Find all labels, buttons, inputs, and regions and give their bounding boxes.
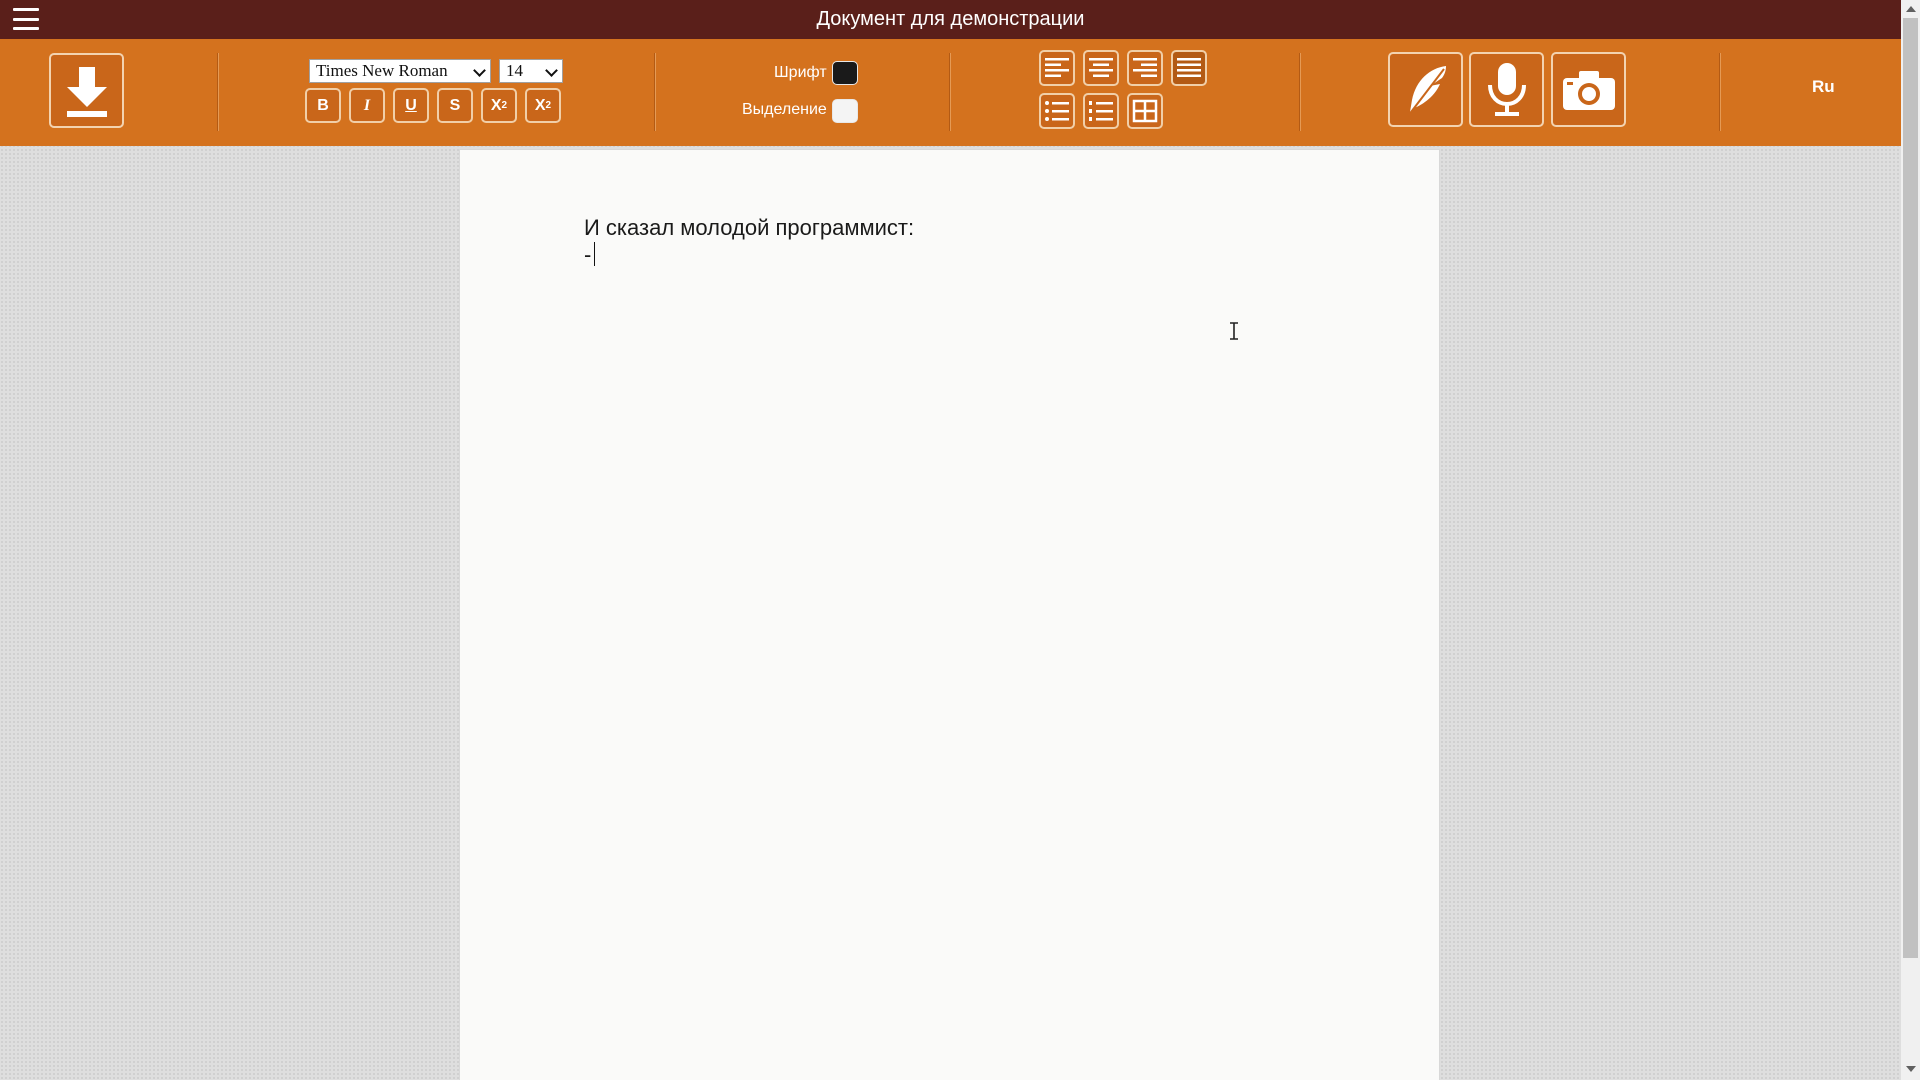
voice-input-button[interactable] xyxy=(1469,52,1544,127)
separator xyxy=(949,53,951,131)
underline-label: U xyxy=(405,96,417,114)
separator xyxy=(217,53,219,131)
superscript-button[interactable]: X2 xyxy=(525,88,561,123)
bold-button[interactable]: B xyxy=(305,88,341,123)
toolbar: Times New Roman 14 B I U S X2 X2 Шрифт В… xyxy=(0,39,1901,146)
bullet-list-button[interactable] xyxy=(1039,93,1075,129)
camera-button[interactable] xyxy=(1551,52,1626,127)
align-right-button[interactable] xyxy=(1127,50,1163,86)
document-line: - xyxy=(584,241,914,268)
scroll-down-icon[interactable] xyxy=(1906,1066,1916,1072)
strike-label: S xyxy=(449,96,461,114)
align-justify-button[interactable] xyxy=(1171,50,1207,86)
bold-label: B xyxy=(317,96,329,114)
italic-label: I xyxy=(363,96,371,114)
document-page[interactable]: И сказал молодой программист: - xyxy=(459,149,1440,1080)
text-caret xyxy=(594,242,596,266)
align-center-icon xyxy=(1089,58,1113,77)
strikethrough-button[interactable]: S xyxy=(437,88,473,123)
document-title: Документ для демонстрации xyxy=(816,8,1085,30)
feather-icon xyxy=(1406,65,1446,117)
download-icon xyxy=(66,66,107,117)
table-icon xyxy=(1132,99,1158,123)
highlight-label: Выделение xyxy=(742,101,827,118)
scrollbar[interactable] xyxy=(1901,0,1920,1080)
table-button[interactable] xyxy=(1127,93,1163,129)
font-family-select[interactable]: Times New Roman xyxy=(309,59,491,83)
subscript-index: 2 xyxy=(501,100,508,111)
highlight-color-swatch[interactable] xyxy=(832,99,858,123)
numbered-list-button[interactable] xyxy=(1083,93,1119,129)
camera-icon xyxy=(1562,70,1615,110)
align-right-icon xyxy=(1133,58,1157,77)
language-switch[interactable]: Ru xyxy=(1812,77,1835,97)
separator xyxy=(654,53,656,131)
download-button[interactable] xyxy=(49,53,124,128)
handwriting-button[interactable] xyxy=(1388,52,1463,127)
scroll-up-icon[interactable] xyxy=(1906,6,1916,12)
separator xyxy=(1719,53,1721,131)
document-body[interactable]: И сказал молодой программист: - xyxy=(584,214,914,268)
underline-button[interactable]: U xyxy=(393,88,429,123)
superscript-base: X xyxy=(534,96,546,114)
microphone-icon xyxy=(1487,62,1526,116)
font-size-value: 14 xyxy=(506,61,523,80)
title-bar: Документ для демонстрации xyxy=(0,0,1901,39)
text-cursor-icon xyxy=(1230,322,1238,340)
font-color-label: Шрифт xyxy=(774,64,827,81)
bullet-list-icon xyxy=(1045,101,1069,121)
separator xyxy=(1299,53,1301,131)
align-justify-icon xyxy=(1177,58,1201,77)
numbered-list-icon xyxy=(1089,101,1113,121)
font-size-select[interactable]: 14 xyxy=(499,59,563,83)
document-line-text: - xyxy=(584,242,592,267)
subscript-button[interactable]: X2 xyxy=(481,88,517,123)
superscript-index: 2 xyxy=(545,100,552,111)
align-center-button[interactable] xyxy=(1083,50,1119,86)
document-line: И сказал молодой программист: xyxy=(584,215,915,240)
align-left-icon xyxy=(1045,58,1069,77)
align-left-button[interactable] xyxy=(1039,50,1075,86)
scrollbar-thumb[interactable] xyxy=(1903,18,1918,958)
menu-icon[interactable] xyxy=(13,8,39,30)
subscript-base: X xyxy=(490,96,502,114)
font-family-value: Times New Roman xyxy=(316,61,448,80)
font-color-swatch[interactable] xyxy=(832,61,858,85)
italic-button[interactable]: I xyxy=(349,88,385,123)
